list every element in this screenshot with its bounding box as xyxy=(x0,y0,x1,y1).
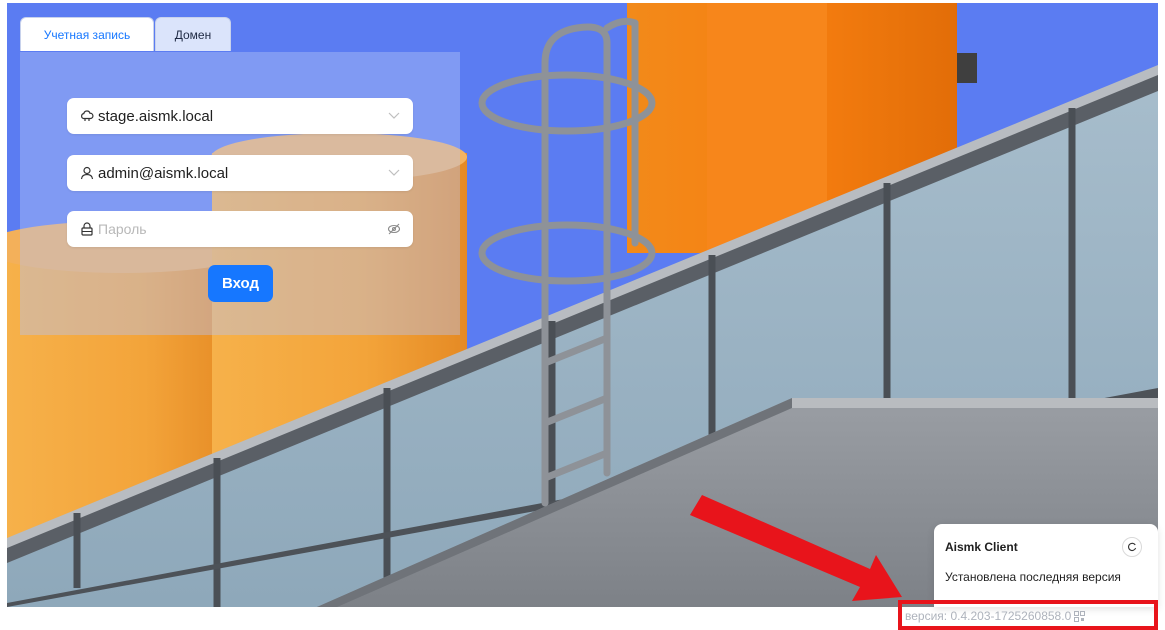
user-icon xyxy=(79,165,95,181)
chevron-down-icon xyxy=(387,109,401,123)
eye-invisible-icon[interactable] xyxy=(387,222,401,236)
password-field[interactable] xyxy=(67,211,413,247)
lock-icon xyxy=(79,221,95,237)
login-tabs: Учетная запись Домен xyxy=(20,17,231,51)
chevron-down-icon xyxy=(387,166,401,180)
annotation-highlight-box xyxy=(898,600,1158,630)
user-select[interactable]: admin@aismk.local xyxy=(67,155,413,191)
refresh-icon xyxy=(1128,542,1137,552)
server-value: stage.aismk.local xyxy=(98,107,214,125)
notification-message: Установлена последняя версия xyxy=(945,570,1121,584)
server-select[interactable]: stage.aismk.local xyxy=(67,98,413,134)
annotation-arrow xyxy=(690,495,902,601)
password-input[interactable] xyxy=(98,221,387,237)
cloud-server-icon xyxy=(79,108,95,124)
user-value: admin@aismk.local xyxy=(98,164,229,182)
refresh-button[interactable] xyxy=(1122,537,1142,557)
tab-account[interactable]: Учетная запись xyxy=(20,17,154,51)
update-notification: Aismk Client Установлена последняя верси… xyxy=(934,524,1158,607)
tab-domain[interactable]: Домен xyxy=(155,17,231,51)
notification-title: Aismk Client xyxy=(945,540,1018,554)
login-button[interactable]: Вход xyxy=(208,265,273,302)
